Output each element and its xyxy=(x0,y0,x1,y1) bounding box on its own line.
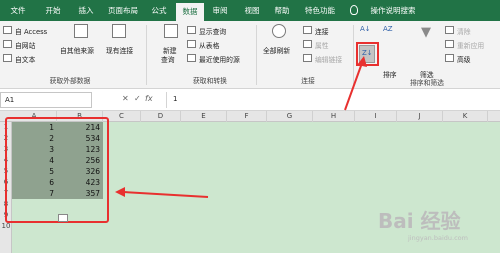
lightbulb-icon xyxy=(350,5,358,15)
recent-sources-button[interactable]: 最近使用的源 xyxy=(199,54,240,64)
watermark: Bai 经验 xyxy=(378,209,461,233)
tab-view[interactable]: 视图 xyxy=(240,0,264,21)
tab-insert[interactable]: 插入 xyxy=(74,0,98,21)
tab-special-features[interactable]: 特色功能 xyxy=(300,0,340,21)
name-box[interactable]: A1 xyxy=(0,92,92,108)
column-header-g[interactable]: G xyxy=(267,111,313,122)
tab-file[interactable]: 文件 xyxy=(6,0,30,21)
properties-icon xyxy=(303,40,312,48)
highlight-data-range xyxy=(5,117,109,223)
filter-icon: ▼ xyxy=(421,25,431,40)
insert-function-icon[interactable]: fx xyxy=(145,94,153,103)
column-header-k[interactable]: K xyxy=(443,111,488,122)
new-query-icon xyxy=(164,24,178,38)
refresh-all-button[interactable]: 全部刷新 xyxy=(263,45,290,55)
properties-button[interactable]: 属性 xyxy=(315,40,329,50)
ribbon: 自 Access 自网站 自文本 自其他来源 现有连接 获取外部数据 新建 查询… xyxy=(0,21,500,89)
column-header-e[interactable]: E xyxy=(181,111,227,122)
menu-bar: 文件 开始 插入 页面布局 公式 数据 审阅 视图 帮助 特色功能 操作说明搜索 xyxy=(0,0,500,21)
group-label-connections: 连接 xyxy=(301,77,315,85)
text-file-icon xyxy=(3,54,12,62)
sort-icon: AZ xyxy=(383,25,393,33)
group-label-get-transform: 获取和转换 xyxy=(193,77,227,85)
group-label-get-external: 获取外部数据 xyxy=(49,77,91,85)
clear-filter-icon xyxy=(445,26,454,34)
cancel-icon[interactable]: ✕ xyxy=(122,94,129,103)
connections-icon xyxy=(303,26,312,34)
existing-connections-button[interactable]: 现有连接 xyxy=(106,45,133,55)
tab-page-layout[interactable]: 页面布局 xyxy=(104,0,142,21)
tab-data[interactable]: 数据 xyxy=(176,3,204,21)
column-header-j[interactable]: J xyxy=(397,111,443,122)
edit-links-button[interactable]: 编辑链接 xyxy=(315,54,342,64)
column-header-h[interactable]: H xyxy=(313,111,355,122)
enter-icon[interactable]: ✓ xyxy=(134,94,141,103)
refresh-all-icon xyxy=(272,24,286,38)
quick-analysis-icon[interactable] xyxy=(58,214,68,222)
show-queries-icon xyxy=(187,26,196,34)
show-queries-button[interactable]: 显示查询 xyxy=(199,26,226,36)
from-text-button[interactable]: 自文本 xyxy=(15,54,35,64)
connections-button[interactable]: 连接 xyxy=(315,26,329,36)
recent-sources-icon xyxy=(187,54,196,62)
from-other-sources-button[interactable]: 自其他来源 xyxy=(60,45,94,55)
column-header-i[interactable]: I xyxy=(355,111,397,122)
other-sources-icon xyxy=(74,24,88,38)
ribbon-divider xyxy=(146,25,147,85)
tab-formulas[interactable]: 公式 xyxy=(147,0,171,21)
sort-button[interactable]: 排序 xyxy=(383,69,397,79)
new-query-button-line2[interactable]: 查询 xyxy=(161,54,175,64)
advanced-filter-button[interactable]: 高级 xyxy=(457,54,471,64)
column-header-f[interactable]: F xyxy=(227,111,267,122)
tab-home[interactable]: 开始 xyxy=(41,0,65,21)
tab-help[interactable]: 帮助 xyxy=(270,0,294,21)
ribbon-divider xyxy=(353,25,354,85)
advanced-filter-icon xyxy=(445,54,454,62)
edit-links-icon xyxy=(303,54,312,62)
sort-ascending-button[interactable]: A↓ xyxy=(360,25,371,33)
watermark-url: jingyan.baidu.com xyxy=(408,234,468,242)
from-web-button[interactable]: 自网站 xyxy=(15,40,35,50)
reapply-button[interactable]: 重新应用 xyxy=(457,40,484,50)
reapply-icon xyxy=(445,40,454,48)
highlight-sort-descending xyxy=(356,42,379,66)
existing-connections-icon xyxy=(112,24,126,38)
column-header-d[interactable]: D xyxy=(141,111,181,122)
from-access-button[interactable]: 自 Access xyxy=(15,26,47,36)
tab-review[interactable]: 审阅 xyxy=(208,0,232,21)
clear-button[interactable]: 清除 xyxy=(457,26,471,36)
group-label-sort-filter: 排序和筛选 xyxy=(410,79,444,87)
from-table-button[interactable]: 从表格 xyxy=(199,40,219,50)
table-icon xyxy=(187,40,196,48)
access-icon xyxy=(3,26,12,34)
tell-me-search[interactable]: 操作说明搜索 xyxy=(364,0,422,21)
formula-bar: A1 ✕ ✓ fx 1 xyxy=(0,89,500,111)
formula-input[interactable]: 1 xyxy=(166,92,500,108)
web-icon xyxy=(3,40,12,48)
ribbon-divider xyxy=(256,25,257,85)
